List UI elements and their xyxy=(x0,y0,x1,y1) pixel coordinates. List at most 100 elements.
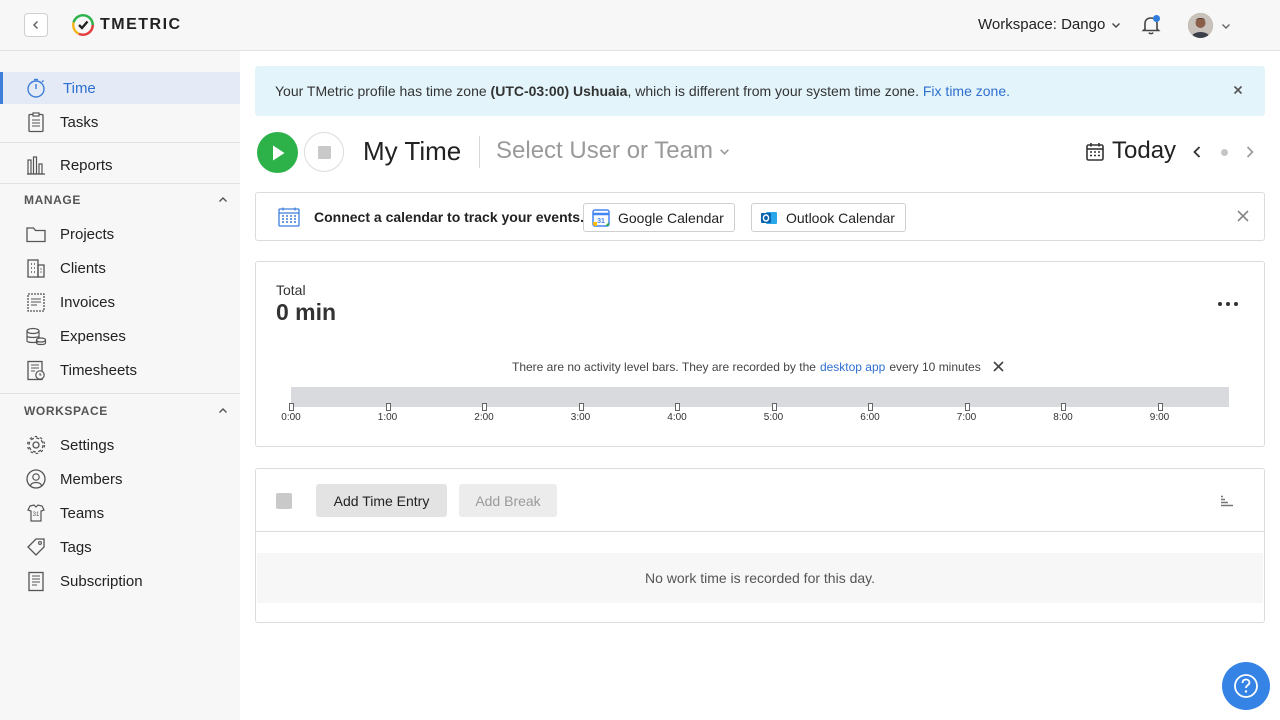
workspace-label: Workspace: Dango xyxy=(978,16,1106,33)
sidebar-item-label: Subscription xyxy=(60,572,143,590)
sidebar-item-teams[interactable]: 31 Teams xyxy=(0,497,240,529)
sidebar-item-label: Expenses xyxy=(60,327,126,345)
sidebar-item-tags[interactable]: Tags xyxy=(0,531,240,563)
timeline-tick-label: 0:00 xyxy=(281,412,301,423)
timeline-tick-label: 6:00 xyxy=(860,412,880,423)
svg-text:31: 31 xyxy=(33,512,40,518)
chevron-down-icon xyxy=(1222,23,1230,29)
notifications-button[interactable] xyxy=(1141,14,1161,36)
top-bar: TMETRIC Workspace: Dango xyxy=(0,0,1280,51)
user-menu[interactable] xyxy=(1188,13,1231,38)
page-title: My Time xyxy=(363,136,462,166)
help-button[interactable] xyxy=(1222,662,1270,710)
sidebar-item-time[interactable]: Time xyxy=(0,72,240,104)
calendar-icon xyxy=(1086,142,1104,161)
time-entries-panel: Add Time Entry Add Break No work time is… xyxy=(255,468,1265,623)
chevron-left-icon xyxy=(1193,146,1201,158)
timeline-tick-label: 8:00 xyxy=(1053,412,1073,423)
tmetric-logo-icon xyxy=(72,14,94,36)
timeline-tick xyxy=(868,403,873,411)
user-team-select-label: Select User or Team xyxy=(496,137,713,164)
stop-timer-button[interactable] xyxy=(304,132,344,172)
timeline-tick-label: 1:00 xyxy=(377,412,398,423)
receipt-icon xyxy=(24,569,48,593)
timesheet-icon xyxy=(24,358,48,382)
banner-timezone: (UTC-03:00) Ushuaia xyxy=(490,83,628,99)
timeline-tick xyxy=(964,403,970,411)
dot-icon xyxy=(1220,148,1228,156)
sidebar-item-projects[interactable]: Projects xyxy=(0,218,240,250)
sidebar-item-tasks[interactable]: Tasks xyxy=(0,106,240,138)
date-picker[interactable]: Today xyxy=(1086,137,1176,165)
outlook-calendar-button[interactable]: Outlook Calendar xyxy=(751,203,906,232)
sidebar-item-label: Settings xyxy=(60,436,115,454)
play-icon xyxy=(272,145,284,160)
divider xyxy=(0,142,240,143)
sidebar-item-reports[interactable]: Reports xyxy=(0,149,240,181)
back-button[interactable] xyxy=(24,13,48,37)
total-value: 0 min xyxy=(276,299,337,325)
timeline-tick xyxy=(1157,403,1163,411)
close-icon xyxy=(993,361,1004,372)
chevron-up-icon xyxy=(219,408,227,413)
section-workspace-header[interactable]: WORKSPACE xyxy=(24,401,228,421)
folder-icon xyxy=(24,222,48,246)
timeline-tick-label: 4:00 xyxy=(667,412,687,423)
chevron-down-icon xyxy=(720,148,729,155)
banner-prefix: Your TMetric profile has time zone xyxy=(275,83,491,99)
timeline-tick xyxy=(675,403,680,411)
svg-text:31: 31 xyxy=(597,218,605,225)
close-icon xyxy=(1233,85,1243,95)
section-manage-header[interactable]: MANAGE xyxy=(24,190,228,210)
sidebar-item-invoices[interactable]: Invoices xyxy=(0,286,240,318)
sidebar-item-expenses[interactable]: Expenses xyxy=(0,320,240,352)
sort-icon[interactable] xyxy=(1220,493,1234,507)
add-break-button[interactable]: Add Break xyxy=(459,484,557,517)
banner-close-button[interactable] xyxy=(1229,82,1247,100)
chevron-down-icon xyxy=(1112,22,1121,28)
activity-note-close-button[interactable] xyxy=(993,361,1004,373)
timeline-tick xyxy=(578,403,584,411)
sidebar-item-subscription[interactable]: Subscription xyxy=(0,565,240,597)
avatar xyxy=(1188,13,1213,38)
previous-day-button[interactable] xyxy=(1187,142,1207,162)
day-summary-panel: Total 0 min There are no activity level … xyxy=(255,261,1265,447)
sidebar-item-members[interactable]: Members xyxy=(0,463,240,495)
add-time-entry-button[interactable]: Add Time Entry xyxy=(316,484,447,517)
calendar-connect-text: Connect a calendar to track your events. xyxy=(314,209,584,225)
sidebar-item-label: Invoices xyxy=(60,293,116,311)
sidebar-item-label: Timesheets xyxy=(60,361,137,379)
sidebar-item-clients[interactable]: Clients xyxy=(0,252,240,284)
sidebar-item-label: Clients xyxy=(60,259,106,277)
workspace-selector[interactable]: Workspace: Dango xyxy=(978,16,1121,33)
user-team-select[interactable]: Select User or Team xyxy=(496,137,730,165)
logo[interactable]: TMETRIC xyxy=(72,14,182,36)
section-title: WORKSPACE xyxy=(24,404,108,418)
question-icon xyxy=(1234,674,1258,698)
timeline-tick xyxy=(289,403,294,411)
desktop-app-link[interactable]: desktop app xyxy=(820,360,885,374)
select-all-checkbox[interactable] xyxy=(276,493,292,509)
sidebar-item-label: Tasks xyxy=(60,113,99,131)
start-timer-button[interactable] xyxy=(257,132,298,173)
next-day-button[interactable] xyxy=(1240,142,1260,162)
sidebar-item-timesheets[interactable]: Timesheets xyxy=(0,354,240,386)
timeline-tick xyxy=(385,403,391,411)
tag-icon xyxy=(24,535,48,559)
logo-text: TMETRIC xyxy=(100,16,182,33)
more-options-button[interactable] xyxy=(1218,296,1238,312)
outlook-calendar-label: Outlook Calendar xyxy=(786,209,895,226)
current-day-button[interactable] xyxy=(1214,142,1234,162)
banner-text: Your TMetric profile has time zone (UTC-… xyxy=(275,83,1010,99)
sidebar-item-label: Reports xyxy=(60,156,113,174)
chevron-left-icon xyxy=(32,20,39,30)
fix-timezone-link[interactable]: Fix time zone. xyxy=(923,83,1010,99)
sidebar-item-settings[interactable]: Settings xyxy=(0,429,240,461)
activity-timeline-bar xyxy=(291,387,1229,407)
activity-note: There are no activity level bars. They a… xyxy=(512,360,1004,374)
calendar-panel-close-button[interactable] xyxy=(1234,207,1252,225)
section-title: MANAGE xyxy=(24,193,81,207)
sidebar-item-label: Projects xyxy=(60,225,115,243)
google-calendar-button[interactable]: 31 Google Calendar xyxy=(583,203,735,232)
activity-note-suffix: every 10 minutes xyxy=(889,360,981,374)
